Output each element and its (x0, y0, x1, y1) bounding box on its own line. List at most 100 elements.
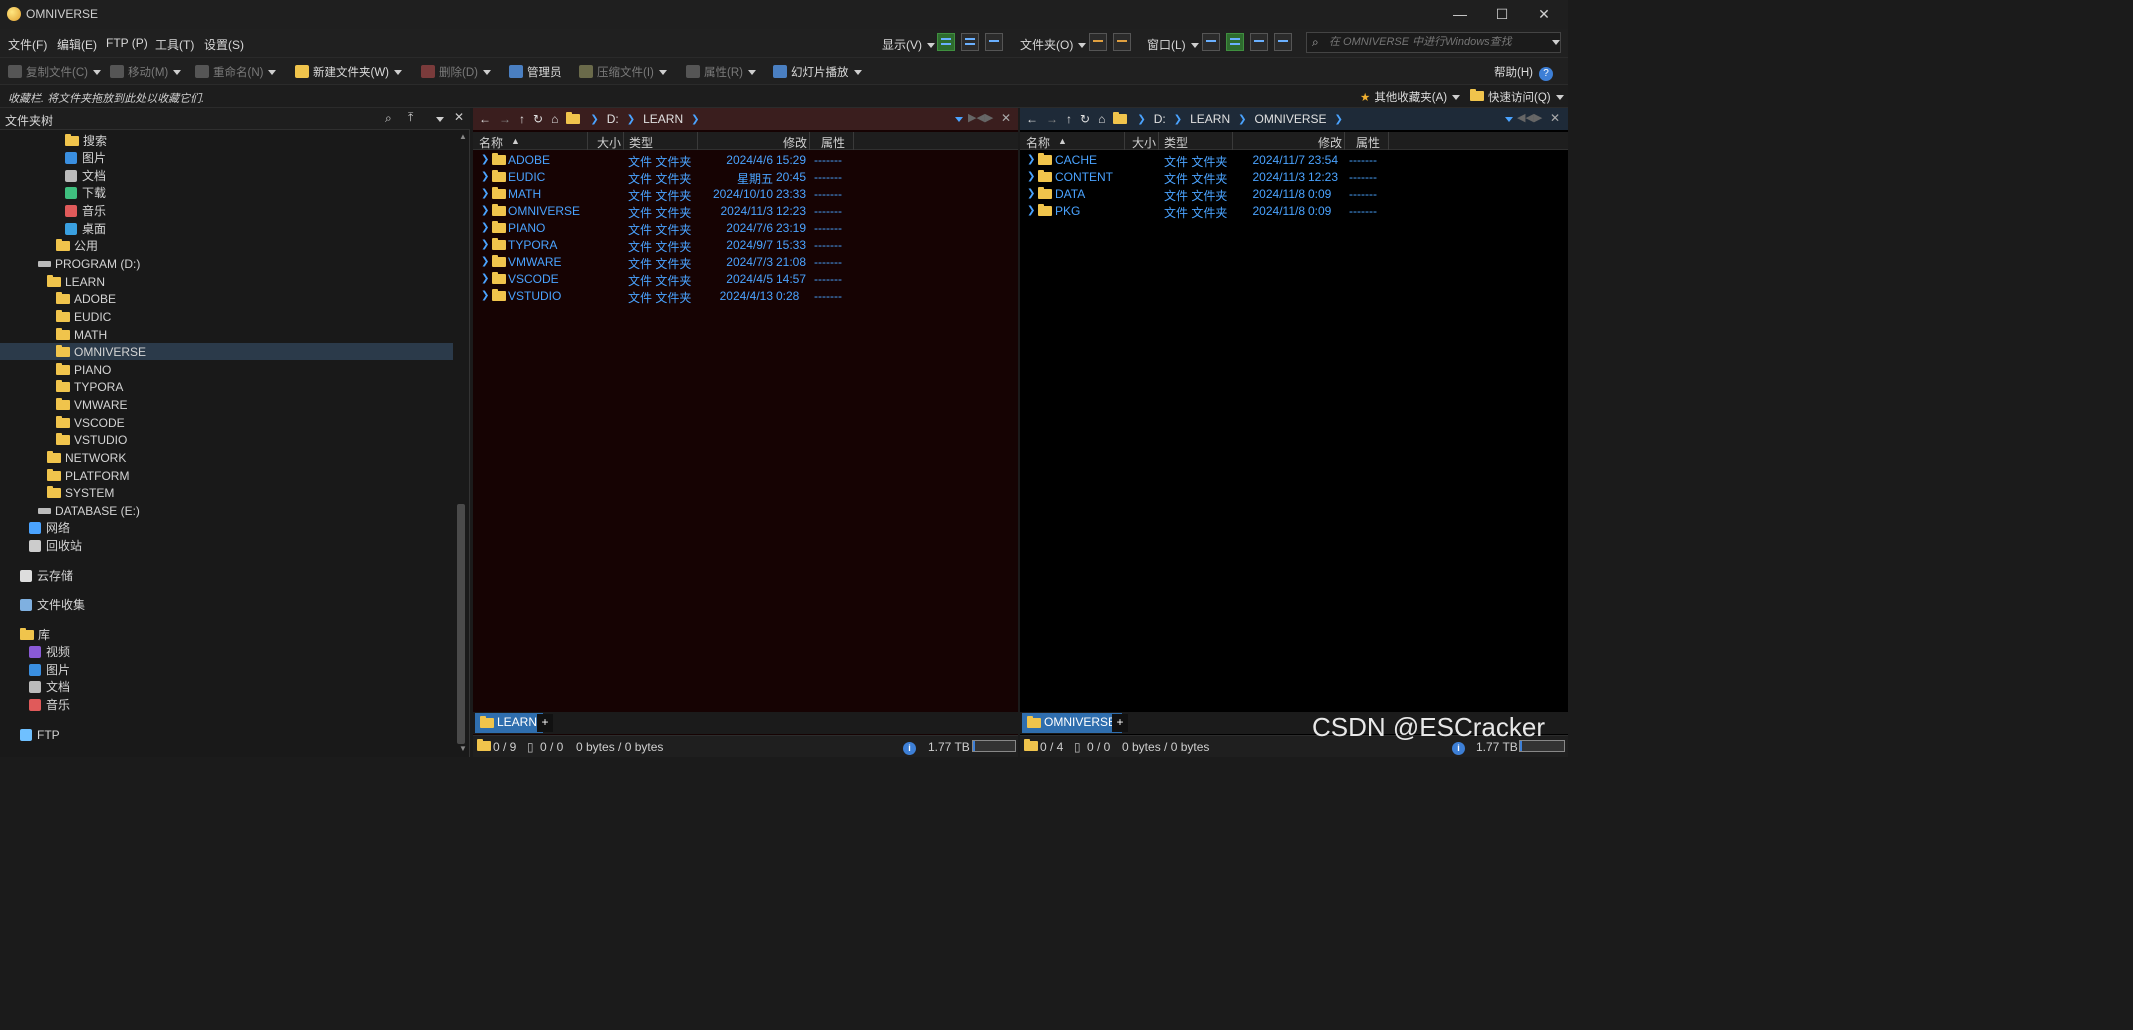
breadcrumb-segment[interactable]: LEARN (1190, 112, 1230, 126)
menu-file[interactable]: 文件(F) (8, 36, 47, 53)
menu-window[interactable]: 窗口(L) (1147, 36, 1199, 53)
rename-button[interactable]: 重命名(N) (195, 64, 277, 80)
tree-item[interactable]: VSTUDIO (0, 431, 453, 448)
tree-item[interactable]: LEARN (0, 273, 453, 290)
up-arrow-icon[interactable]: ↑ (519, 112, 525, 126)
tree-item[interactable]: EUDIC (0, 308, 453, 325)
breadcrumb-segment[interactable]: D: (607, 112, 619, 126)
file-row[interactable]: ❯ DATA 文件 文件夹 2024/11/8 0:09 ------- (1020, 186, 1568, 203)
tab-omniverse[interactable]: OMNIVERSE (1022, 713, 1123, 733)
tree-item[interactable]: 文档 (0, 167, 453, 184)
tree-item[interactable]: 音乐 (0, 696, 453, 713)
view-list-icon[interactable] (961, 33, 979, 51)
column-modified[interactable]: 修改 (783, 134, 807, 151)
tree-item[interactable]: 搜索 (0, 132, 453, 149)
quick-access-button[interactable]: 快速访问(Q) (1470, 89, 1564, 105)
menu-display[interactable]: 显示(V) (882, 36, 935, 53)
file-row[interactable]: ❯ TYPORA 文件 文件夹 2024/9/7 15:33 ------- (473, 237, 1018, 254)
column-attributes[interactable]: 属性 (821, 134, 845, 151)
tree-item[interactable]: VMWARE (0, 396, 453, 413)
breadcrumb-segment[interactable]: D: (1154, 112, 1166, 126)
layout-tree-icon[interactable] (1250, 33, 1268, 51)
tree-item[interactable]: 库 (0, 626, 453, 643)
file-row[interactable]: ❯ MATH 文件 文件夹 2024/10/10 23:33 ------- (473, 186, 1018, 203)
forward-arrow-icon[interactable]: → (499, 112, 511, 126)
file-row[interactable]: ❯ PIANO 文件 文件夹 2024/7/6 23:19 ------- (473, 220, 1018, 237)
copy-file-button[interactable]: 复制文件(C) (8, 64, 101, 80)
admin-button[interactable]: 管理员 (509, 64, 562, 80)
new-folder-button[interactable]: 新建文件夹(W) (295, 64, 403, 80)
back-arrow-icon[interactable]: ← (479, 112, 491, 126)
tree-item[interactable]: 桌面 (0, 220, 453, 237)
tree-item[interactable]: 公用 (0, 237, 453, 254)
menu-tools[interactable]: 工具(T) (155, 36, 194, 53)
column-size[interactable]: 大小 (597, 134, 621, 151)
search-input[interactable] (1329, 36, 1539, 48)
minimize-button[interactable]: — (1442, 3, 1478, 25)
tree-item[interactable]: TYPORA (0, 378, 453, 395)
tree-item[interactable]: 视频 (0, 643, 453, 660)
chevron-down-icon[interactable] (955, 117, 963, 122)
column-size[interactable]: 大小 (1132, 134, 1156, 151)
refresh-icon[interactable]: ↻ (1080, 112, 1090, 126)
add-tab-button[interactable]: + (1112, 714, 1128, 732)
refresh-icon[interactable]: ↻ (533, 112, 543, 126)
tree-item[interactable]: PIANO (0, 361, 453, 378)
folder-view-icon[interactable] (1089, 33, 1107, 51)
menu-ftp[interactable]: FTP (P) (106, 36, 148, 50)
layout-dual-icon[interactable] (1226, 33, 1244, 51)
pane-nav-icon[interactable]: ▶◀▶ (968, 111, 993, 124)
tree-item[interactable]: DATABASE (E:) (0, 502, 453, 519)
slideshow-button[interactable]: 幻灯片播放 (773, 64, 862, 80)
close-icon[interactable]: ✕ (1001, 111, 1011, 125)
add-tab-button[interactable]: + (537, 714, 553, 732)
tree-scrollbar[interactable]: ▲ ▼ (455, 132, 468, 754)
tree-item[interactable]: NETWORK (0, 449, 453, 466)
tab-learn[interactable]: LEARN (475, 713, 544, 733)
column-type[interactable]: 类型 (1164, 134, 1188, 151)
search-box[interactable]: ⌕ (1306, 32, 1561, 53)
layout-single-icon[interactable] (1202, 33, 1220, 51)
tree-item[interactable]: 文件收集 (0, 596, 453, 613)
column-modified[interactable]: 修改 (1318, 134, 1342, 151)
compress-button[interactable]: 压缩文件(I) (579, 64, 667, 80)
folder-compare-icon[interactable] (1113, 33, 1131, 51)
column-name[interactable]: 名称 (479, 134, 503, 151)
chevron-down-icon[interactable] (436, 117, 444, 122)
tree-item[interactable]: OMNIVERSE (0, 343, 453, 360)
file-row[interactable]: ❯ EUDIC 文件 文件夹 星期五 20:45 ------- (473, 169, 1018, 186)
view-details-icon[interactable] (937, 33, 955, 51)
close-button[interactable]: ✕ (1526, 3, 1562, 25)
tree-item[interactable]: 回收站 (0, 537, 453, 554)
layout-preview-icon[interactable] (1274, 33, 1292, 51)
file-row[interactable]: ❯ PKG 文件 文件夹 2024/11/8 0:09 ------- (1020, 203, 1568, 220)
menu-settings[interactable]: 设置(S) (204, 36, 244, 53)
chevron-down-icon[interactable] (1505, 117, 1513, 122)
file-row[interactable]: ❯ VMWARE 文件 文件夹 2024/7/3 21:08 ------- (473, 254, 1018, 271)
help-button[interactable]: 帮助(H)? (1494, 64, 1553, 81)
properties-button[interactable]: 属性(R) (686, 64, 756, 80)
tree-item[interactable]: 云存储 (0, 567, 453, 584)
tree-item[interactable]: 图片 (0, 661, 453, 678)
tree-item[interactable]: VSCODE (0, 414, 453, 431)
column-type[interactable]: 类型 (629, 134, 653, 151)
file-row[interactable]: ❯ ADOBE 文件 文件夹 2024/4/6 15:29 ------- (473, 152, 1018, 169)
file-row[interactable]: ❯ CACHE 文件 文件夹 2024/11/7 23:54 ------- (1020, 152, 1568, 169)
home-icon[interactable]: ⌂ (551, 112, 558, 126)
tree-item[interactable]: 音乐 (0, 202, 453, 219)
tree-item[interactable]: FTP (0, 726, 453, 743)
scrollbar-thumb[interactable] (457, 504, 465, 744)
file-row[interactable]: ❯ CONTENT 文件 文件夹 2024/11/3 12:23 ------- (1020, 169, 1568, 186)
column-name[interactable]: 名称 (1026, 134, 1050, 151)
forward-arrow-icon[interactable]: → (1046, 112, 1058, 126)
breadcrumb-segment[interactable]: LEARN (643, 112, 683, 126)
close-icon[interactable]: ✕ (454, 110, 464, 124)
tree-item[interactable]: PLATFORM (0, 467, 453, 484)
tree-item[interactable]: 网络 (0, 519, 453, 536)
chevron-down-icon[interactable] (1552, 40, 1560, 45)
tree-item[interactable]: MATH (0, 326, 453, 343)
home-icon[interactable]: ⌂ (1098, 112, 1105, 126)
delete-button[interactable]: 删除(D) (421, 64, 491, 80)
breadcrumb-segment[interactable]: OMNIVERSE (1255, 112, 1327, 126)
close-icon[interactable]: ✕ (1550, 111, 1560, 125)
